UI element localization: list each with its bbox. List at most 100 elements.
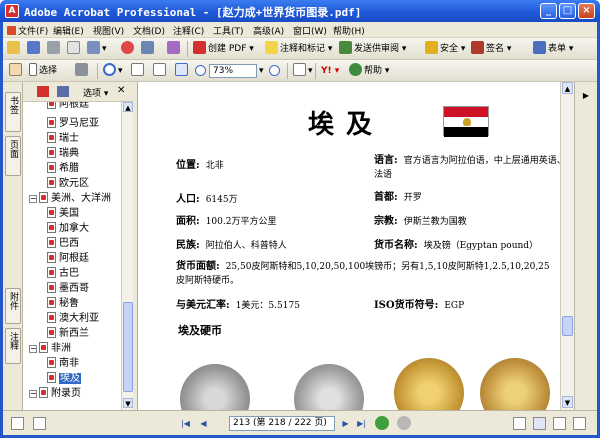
maximize-button[interactable]: □ (559, 3, 576, 19)
single-page-icon[interactable] (33, 417, 46, 430)
attachments-button[interactable] (167, 41, 182, 57)
continuous-view-icon[interactable] (533, 417, 546, 430)
bookmark-item[interactable]: 巴西 (47, 237, 79, 251)
how-to-expand-icon[interactable]: ▶ (580, 90, 592, 102)
printer-icon (47, 41, 60, 54)
tab-attachments[interactable]: 附件 (5, 288, 21, 324)
tab-bookmarks[interactable]: 书签 (5, 92, 21, 132)
print-button[interactable] (47, 41, 62, 57)
find-button[interactable] (141, 41, 156, 57)
open-button[interactable] (7, 41, 22, 57)
scroll-down-arrow[interactable]: ▼ (123, 398, 133, 408)
zoom-out-button[interactable] (195, 63, 208, 79)
bookmark-item[interactable]: 阿根廷 (47, 252, 89, 266)
bookmark-item[interactable]: − 美洲、大洋洲 (29, 192, 111, 206)
single-page-view-icon[interactable] (513, 417, 526, 430)
zoom-dropdown[interactable]: ▾ (259, 63, 264, 79)
bookmark-item[interactable]: 埃及 (47, 372, 81, 386)
menu-view[interactable]: 视图(V) (93, 24, 124, 37)
continuous-facing-view-icon[interactable] (573, 417, 586, 430)
bookmark-item[interactable]: 澳大利亚 (47, 312, 99, 326)
document-scrollbar[interactable]: ▲ ▼ (560, 82, 574, 410)
save-button[interactable] (27, 41, 42, 57)
secure-button[interactable]: 安全 ▾ (425, 41, 465, 57)
menu-edit[interactable]: 编辑(E) (53, 24, 84, 37)
bookmark-item[interactable]: 阿根廷 (47, 102, 89, 112)
tab-comments[interactable]: 注释 (5, 328, 21, 364)
bookmark-item[interactable]: 古巴 (47, 267, 79, 281)
hand-tool-button[interactable] (9, 63, 24, 79)
close-pane-icon[interactable]: ✕ (117, 85, 125, 96)
first-page-button[interactable]: |◀ (179, 417, 192, 430)
next-view-button[interactable] (397, 416, 411, 430)
bookmark-item[interactable]: 墨西哥 (47, 282, 89, 296)
bookmark-page-icon (47, 147, 56, 158)
bookmark-item[interactable]: 瑞典 (47, 147, 79, 161)
send-review-button[interactable]: 发送供审阅 ▾ (339, 41, 406, 57)
sign-button[interactable]: 签名 ▾ (471, 41, 511, 57)
prev-page-button[interactable]: ◀ (197, 417, 210, 430)
menu-comments[interactable]: 注释(C) (173, 24, 204, 37)
page-number-input[interactable]: 213 (第 218 / 222 页) (229, 416, 335, 431)
menu-advanced[interactable]: 高级(A) (253, 24, 284, 37)
bookmarks-scrollbar[interactable]: ▲ ▼ (121, 102, 133, 410)
create-pdf-button[interactable]: 创建 PDF ▾ (193, 41, 254, 57)
organizer-button[interactable] (121, 41, 136, 57)
zoom-tool-button[interactable]: ▾ (103, 63, 123, 79)
previous-view-button[interactable] (375, 416, 389, 430)
bookmark-item[interactable]: 新西兰 (47, 327, 89, 341)
minimize-button[interactable]: _ (540, 3, 557, 19)
facing-view-icon[interactable] (553, 417, 566, 430)
last-page-button[interactable]: ▶| (355, 417, 368, 430)
collapse-toggle-icon[interactable]: − (29, 345, 37, 353)
menu-file[interactable]: 文件(F) (7, 24, 48, 37)
collapse-toggle-icon[interactable]: − (29, 195, 37, 203)
scroll-thumb[interactable] (123, 302, 133, 392)
menu-window[interactable]: 窗口(W) (293, 24, 327, 37)
next-page-button[interactable]: ▶ (339, 417, 352, 430)
close-button[interactable]: × (578, 3, 595, 19)
bookmark-label: 美洲、大洋洲 (51, 193, 111, 204)
doc-scroll-down-arrow[interactable]: ▼ (562, 396, 573, 408)
comment-markup-button[interactable]: 注释和标记 ▾ (265, 41, 332, 57)
page-layout-icon[interactable] (11, 417, 24, 430)
expand-bookmark-icon[interactable] (57, 86, 69, 97)
fit-page-button[interactable] (153, 63, 168, 79)
bookmark-item[interactable]: 加拿大 (47, 222, 89, 236)
new-bookmark-icon[interactable] (37, 86, 49, 97)
select-tool-button[interactable]: 选择 (29, 63, 57, 79)
yahoo-search-button[interactable]: Y! ▾ (321, 63, 339, 79)
bookmark-item[interactable]: − 附录页 (29, 387, 81, 401)
bookmark-item[interactable]: 美国 (47, 207, 79, 221)
bookmark-page-icon (47, 237, 56, 248)
zoom-level-input[interactable]: 73% (209, 64, 257, 78)
doc-scroll-up-arrow[interactable]: ▲ (562, 82, 573, 94)
title-bar[interactable]: A Adobe Acrobat Professional - [赵力成+世界货币… (0, 0, 600, 22)
bookmark-item[interactable]: 罗马尼亚 (47, 117, 99, 131)
scroll-up-arrow[interactable]: ▲ (123, 102, 133, 112)
doc-scroll-thumb[interactable] (562, 316, 573, 336)
help-icon (349, 63, 362, 76)
fit-width-button[interactable] (175, 63, 190, 79)
forms-button[interactable]: 表单 ▾ (533, 41, 573, 57)
email-button[interactable] (67, 41, 82, 57)
menu-document[interactable]: 文档(D) (133, 24, 165, 37)
rotate-button[interactable]: ▾ (293, 63, 313, 79)
bookmark-item[interactable]: 南非 (47, 357, 79, 371)
collapse-toggle-icon[interactable]: − (29, 390, 37, 398)
snapshot-button[interactable] (75, 63, 90, 79)
bookmark-item[interactable]: − 非洲 (29, 342, 71, 356)
help-button[interactable]: 帮助 ▾ (349, 63, 389, 79)
attach-button[interactable]: ▾ (87, 41, 107, 57)
bookmark-page-icon (47, 357, 56, 368)
menu-help[interactable]: 帮助(H) (333, 24, 365, 37)
bookmark-item[interactable]: 希腊 (47, 162, 79, 176)
bookmark-item[interactable]: 秘鲁 (47, 297, 79, 311)
bookmark-item[interactable]: 欧元区 (47, 177, 89, 191)
options-menu[interactable]: 选项 ▾ (83, 86, 108, 99)
tab-pages[interactable]: 页面 (5, 136, 21, 176)
bookmark-item[interactable]: 瑞士 (47, 132, 79, 146)
actual-size-button[interactable] (131, 63, 146, 79)
zoom-in-button[interactable] (269, 63, 282, 79)
menu-tools[interactable]: 工具(T) (213, 24, 244, 37)
